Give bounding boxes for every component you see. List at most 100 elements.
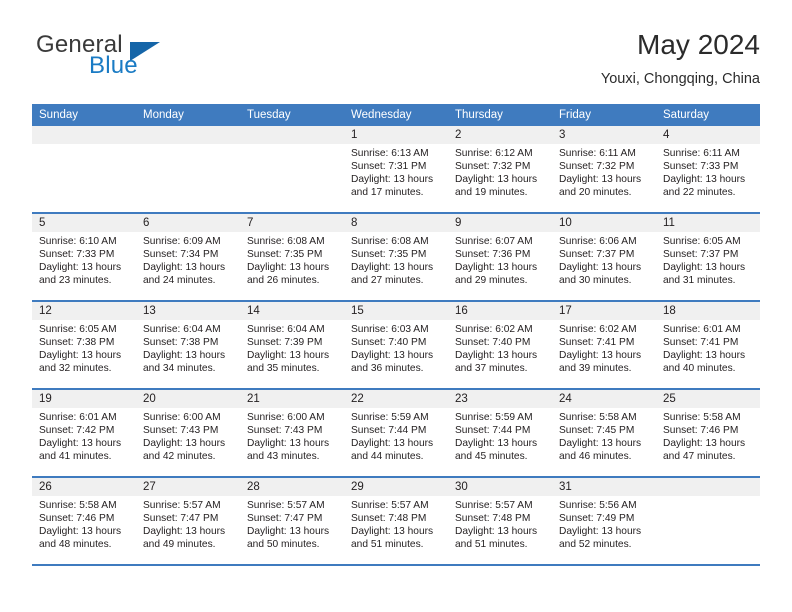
calendar-day-cell[interactable]: 30 Sunrise: 5:57 AM Sunset: 7:48 PM Dayligh…	[448, 478, 552, 564]
daylight-text-line2: and 34 minutes.	[143, 363, 216, 375]
daylight-text-line2: and 44 minutes.	[351, 451, 424, 463]
daylight-text-line2: and 42 minutes.	[143, 451, 216, 463]
daylight-text-line2: and 51 minutes.	[351, 539, 424, 551]
daylight-text-line2: and 46 minutes.	[559, 451, 632, 463]
day-number: 31	[552, 478, 656, 496]
weekday-header-saturday: Saturday	[663, 109, 710, 121]
calendar-day-cell[interactable]: 1 Sunrise: 6:13 AM Sunset: 7:31 PM Daylight…	[344, 126, 448, 212]
calendar-day-cell[interactable]: 26 Sunrise: 5:58 AM Sunset: 7:46 PM Dayligh…	[32, 478, 136, 564]
daylight-text-line1: Daylight: 13 hours	[663, 438, 746, 450]
daylight-text-line1: Daylight: 13 hours	[559, 438, 642, 450]
day-details: Sunrise: 6:06 AM Sunset: 7:37 PM Daylight:…	[552, 232, 656, 287]
day-number: 28	[240, 478, 344, 496]
sunrise-text: Sunrise: 6:04 AM	[247, 324, 325, 335]
day-details: Sunrise: 6:08 AM Sunset: 7:35 PM Daylight:…	[240, 232, 344, 287]
calendar-day-cell[interactable]: 14 Sunrise: 6:04 AM Sunset: 7:39 PM Dayligh…	[240, 302, 344, 388]
daylight-text-line2: and 45 minutes.	[455, 451, 528, 463]
calendar-day-cell[interactable]: 25 Sunrise: 5:58 AM Sunset: 7:46 PM Dayligh…	[656, 390, 760, 476]
calendar-day-cell[interactable]: 19 Sunrise: 6:01 AM Sunset: 7:42 PM Dayligh…	[32, 390, 136, 476]
day-details: Sunrise: 6:08 AM Sunset: 7:35 PM Daylight:…	[344, 232, 448, 287]
day-number: 12	[32, 302, 136, 320]
day-details: Sunrise: 6:00 AM Sunset: 7:43 PM Daylight:…	[240, 408, 344, 463]
sunset-text: Sunset: 7:37 PM	[559, 249, 635, 261]
daylight-text-line2: and 43 minutes.	[247, 451, 320, 463]
day-details: Sunrise: 5:57 AM Sunset: 7:48 PM Daylight:…	[448, 496, 552, 551]
daylight-text-line1: Daylight: 13 hours	[351, 350, 434, 362]
weekday-header-monday: Monday	[143, 109, 184, 121]
calendar-day-cell[interactable]: 29 Sunrise: 5:57 AM Sunset: 7:48 PM Dayligh…	[344, 478, 448, 564]
calendar-day-cell-empty	[240, 126, 344, 212]
day-number: 23	[448, 390, 552, 408]
calendar-weeks: 1 Sunrise: 6:13 AM Sunset: 7:31 PM Daylight…	[32, 126, 760, 566]
calendar-page: General Blue May 2024 Youxi, Chongqing, …	[0, 0, 792, 612]
weekday-header-row: Sunday Monday Tuesday Wednesday Thursday…	[32, 104, 760, 126]
calendar-day-cell[interactable]: 6 Sunrise: 6:09 AM Sunset: 7:34 PM Daylight…	[136, 214, 240, 300]
calendar-day-cell[interactable]: 24 Sunrise: 5:58 AM Sunset: 7:45 PM Dayligh…	[552, 390, 656, 476]
calendar-day-cell[interactable]: 31 Sunrise: 5:56 AM Sunset: 7:49 PM Dayligh…	[552, 478, 656, 564]
daylight-text-line1: Daylight: 13 hours	[351, 526, 434, 538]
daylight-text-line2: and 17 minutes.	[351, 187, 424, 199]
sunrise-text: Sunrise: 6:03 AM	[351, 324, 429, 335]
daylight-text-line1: Daylight: 13 hours	[351, 262, 434, 274]
daylight-text-line2: and 22 minutes.	[663, 187, 736, 199]
daylight-text-line2: and 24 minutes.	[143, 275, 216, 287]
calendar-day-cell[interactable]: 3 Sunrise: 6:11 AM Sunset: 7:32 PM Daylight…	[552, 126, 656, 212]
day-details: Sunrise: 6:05 AM Sunset: 7:38 PM Daylight:…	[32, 320, 136, 375]
daylight-text-line2: and 49 minutes.	[143, 539, 216, 551]
calendar-day-cell[interactable]: 2 Sunrise: 6:12 AM Sunset: 7:32 PM Daylight…	[448, 126, 552, 212]
brand-logo[interactable]: General Blue	[32, 32, 262, 90]
daylight-text-line1: Daylight: 13 hours	[559, 526, 642, 538]
page-subtitle: Youxi, Chongqing, China	[600, 71, 760, 87]
daylight-text-line1: Daylight: 13 hours	[455, 438, 538, 450]
sunrise-text: Sunrise: 5:57 AM	[143, 500, 221, 511]
calendar-day-cell[interactable]: 5 Sunrise: 6:10 AM Sunset: 7:33 PM Daylight…	[32, 214, 136, 300]
sunrise-text: Sunrise: 6:02 AM	[559, 324, 637, 335]
sunset-text: Sunset: 7:34 PM	[143, 249, 219, 261]
calendar-day-cell[interactable]: 28 Sunrise: 5:57 AM Sunset: 7:47 PM Dayligh…	[240, 478, 344, 564]
day-number: 27	[136, 478, 240, 496]
calendar-day-cell[interactable]: 15 Sunrise: 6:03 AM Sunset: 7:40 PM Dayligh…	[344, 302, 448, 388]
calendar-day-cell[interactable]: 4 Sunrise: 6:11 AM Sunset: 7:33 PM Daylight…	[656, 126, 760, 212]
brand-name-blue: Blue	[89, 52, 138, 79]
calendar-day-cell[interactable]: 22 Sunrise: 5:59 AM Sunset: 7:44 PM Dayligh…	[344, 390, 448, 476]
calendar-day-cell[interactable]: 12 Sunrise: 6:05 AM Sunset: 7:38 PM Dayligh…	[32, 302, 136, 388]
daylight-text-line2: and 35 minutes.	[247, 363, 320, 375]
sunrise-text: Sunrise: 6:04 AM	[143, 324, 221, 335]
calendar-day-cell[interactable]: 9 Sunrise: 6:07 AM Sunset: 7:36 PM Daylight…	[448, 214, 552, 300]
sunrise-text: Sunrise: 6:00 AM	[247, 412, 325, 423]
weekday-header-sunday: Sunday	[39, 109, 79, 121]
sunset-text: Sunset: 7:36 PM	[455, 249, 531, 261]
calendar-day-cell[interactable]: 18 Sunrise: 6:01 AM Sunset: 7:41 PM Dayligh…	[656, 302, 760, 388]
sunset-text: Sunset: 7:35 PM	[247, 249, 323, 261]
calendar-day-cell[interactable]: 13 Sunrise: 6:04 AM Sunset: 7:38 PM Dayligh…	[136, 302, 240, 388]
sunset-text: Sunset: 7:33 PM	[39, 249, 115, 261]
day-number: 17	[552, 302, 656, 320]
sunset-text: Sunset: 7:41 PM	[559, 337, 635, 349]
day-number: 30	[448, 478, 552, 496]
sunrise-text: Sunrise: 6:11 AM	[663, 148, 740, 159]
calendar-day-cell[interactable]: 7 Sunrise: 6:08 AM Sunset: 7:35 PM Daylight…	[240, 214, 344, 300]
calendar-day-cell[interactable]: 20 Sunrise: 6:00 AM Sunset: 7:43 PM Dayligh…	[136, 390, 240, 476]
calendar-day-cell[interactable]: 21 Sunrise: 6:00 AM Sunset: 7:43 PM Dayligh…	[240, 390, 344, 476]
daylight-text-line1: Daylight: 13 hours	[455, 350, 538, 362]
day-number: 19	[32, 390, 136, 408]
calendar-day-cell[interactable]: 27 Sunrise: 5:57 AM Sunset: 7:47 PM Dayligh…	[136, 478, 240, 564]
daylight-text-line1: Daylight: 13 hours	[559, 174, 642, 186]
sunrise-text: Sunrise: 5:57 AM	[455, 500, 533, 511]
calendar-day-cell[interactable]: 17 Sunrise: 6:02 AM Sunset: 7:41 PM Dayligh…	[552, 302, 656, 388]
day-number: 29	[344, 478, 448, 496]
daylight-text-line1: Daylight: 13 hours	[143, 350, 226, 362]
calendar-day-cell[interactable]: 10 Sunrise: 6:06 AM Sunset: 7:37 PM Dayligh…	[552, 214, 656, 300]
sunset-text: Sunset: 7:44 PM	[455, 425, 531, 437]
calendar-day-cell[interactable]: 11 Sunrise: 6:05 AM Sunset: 7:37 PM Dayligh…	[656, 214, 760, 300]
calendar-day-cell[interactable]: 16 Sunrise: 6:02 AM Sunset: 7:40 PM Dayligh…	[448, 302, 552, 388]
calendar-day-cell[interactable]: 23 Sunrise: 5:59 AM Sunset: 7:44 PM Dayligh…	[448, 390, 552, 476]
calendar-week-row: 12 Sunrise: 6:05 AM Sunset: 7:38 PM Dayligh…	[32, 302, 760, 390]
sunset-text: Sunset: 7:47 PM	[143, 513, 219, 525]
day-details: Sunrise: 6:10 AM Sunset: 7:33 PM Daylight:…	[32, 232, 136, 287]
day-number: 3	[552, 126, 656, 144]
daylight-text-line2: and 23 minutes.	[39, 275, 112, 287]
sunset-text: Sunset: 7:46 PM	[663, 425, 739, 437]
calendar-day-cell[interactable]: 8 Sunrise: 6:08 AM Sunset: 7:35 PM Daylight…	[344, 214, 448, 300]
daylight-text-line1: Daylight: 13 hours	[351, 174, 434, 186]
